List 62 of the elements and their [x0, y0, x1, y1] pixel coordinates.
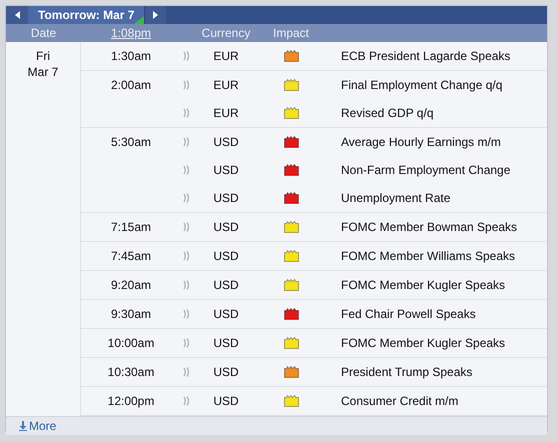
- currency-code: USD: [213, 219, 239, 236]
- event-title[interactable]: Unemployment Rate: [321, 189, 450, 207]
- event-time: 2:00am: [110, 77, 152, 94]
- event-title[interactable]: FOMC Member Bowman Speaks: [321, 218, 518, 236]
- sound-wave-icon[interactable]: [182, 165, 190, 175]
- event-title[interactable]: President Trump Speaks: [321, 363, 472, 381]
- corner-triangle-icon: [134, 16, 144, 24]
- currency-code: USD: [213, 335, 239, 352]
- event-title[interactable]: Consumer Credit m/m: [321, 392, 458, 410]
- impact-column-header: Impact: [272, 25, 310, 42]
- event-title[interactable]: Revised GDP q/q: [321, 104, 434, 122]
- event-time: 10:30am: [108, 364, 154, 381]
- currency-code: USD: [213, 306, 239, 323]
- event-time: 7:45am: [110, 248, 152, 265]
- currency-code: USD: [213, 162, 239, 179]
- sound-wave-icon[interactable]: [182, 280, 190, 290]
- more-link[interactable]: More: [19, 417, 56, 435]
- currency-code: USD: [213, 393, 239, 410]
- event-time: 9:20am: [110, 277, 152, 294]
- currency-code: USD: [213, 190, 239, 207]
- event-title[interactable]: FOMC Member Kugler Speaks: [321, 276, 506, 294]
- currency-column-header: Currency: [200, 25, 252, 42]
- sound-wave-icon[interactable]: [182, 309, 190, 319]
- sound-wave-icon[interactable]: [182, 137, 190, 147]
- event-time: 5:30am: [110, 134, 152, 151]
- next-day-button[interactable]: [144, 6, 166, 24]
- sound-wave-icon[interactable]: [182, 367, 190, 377]
- sound-wave-icon[interactable]: [182, 108, 190, 118]
- currency-code: EUR: [213, 48, 239, 65]
- date-column-header: Date: [30, 25, 58, 42]
- event-title[interactable]: Final Employment Change q/q: [321, 76, 502, 94]
- previous-day-button[interactable]: [6, 6, 28, 24]
- event-time: 7:15am: [110, 219, 152, 236]
- sound-wave-icon[interactable]: [182, 396, 190, 406]
- event-title[interactable]: Non-Farm Employment Change: [321, 161, 510, 179]
- currency-code: USD: [213, 364, 239, 381]
- event-time: 1:30am: [110, 48, 152, 65]
- date-tab[interactable]: Tomorrow: Mar 7: [28, 6, 144, 24]
- event-title[interactable]: Fed Chair Powell Speaks: [321, 305, 476, 323]
- download-arrow-icon: [19, 421, 27, 431]
- event-title[interactable]: FOMC Member Kugler Speaks: [321, 334, 506, 352]
- sound-wave-icon[interactable]: [182, 80, 190, 90]
- right-arrow-icon: [153, 11, 158, 19]
- currency-code: USD: [213, 134, 239, 151]
- weekday-text: Fri: [36, 48, 50, 64]
- date-text: Mar 7: [28, 64, 58, 80]
- sound-wave-icon[interactable]: [182, 51, 190, 61]
- event-title[interactable]: Average Hourly Earnings m/m: [321, 133, 501, 151]
- event-title[interactable]: FOMC Member Williams Speaks: [321, 247, 516, 265]
- currency-code: EUR: [213, 105, 239, 122]
- sound-wave-icon[interactable]: [182, 193, 190, 203]
- sound-wave-icon[interactable]: [182, 222, 190, 232]
- sound-wave-icon[interactable]: [182, 251, 190, 261]
- left-arrow-icon: [14, 11, 20, 19]
- event-time: 10:00am: [108, 335, 154, 352]
- currency-code: USD: [213, 248, 239, 265]
- currency-code: EUR: [213, 77, 239, 94]
- event-time: 9:30am: [110, 306, 152, 323]
- sound-wave-icon[interactable]: [182, 338, 190, 348]
- event-title[interactable]: ECB President Lagarde Speaks: [321, 47, 510, 65]
- event-time: 12:00pm: [108, 393, 154, 410]
- currency-code: USD: [213, 277, 239, 294]
